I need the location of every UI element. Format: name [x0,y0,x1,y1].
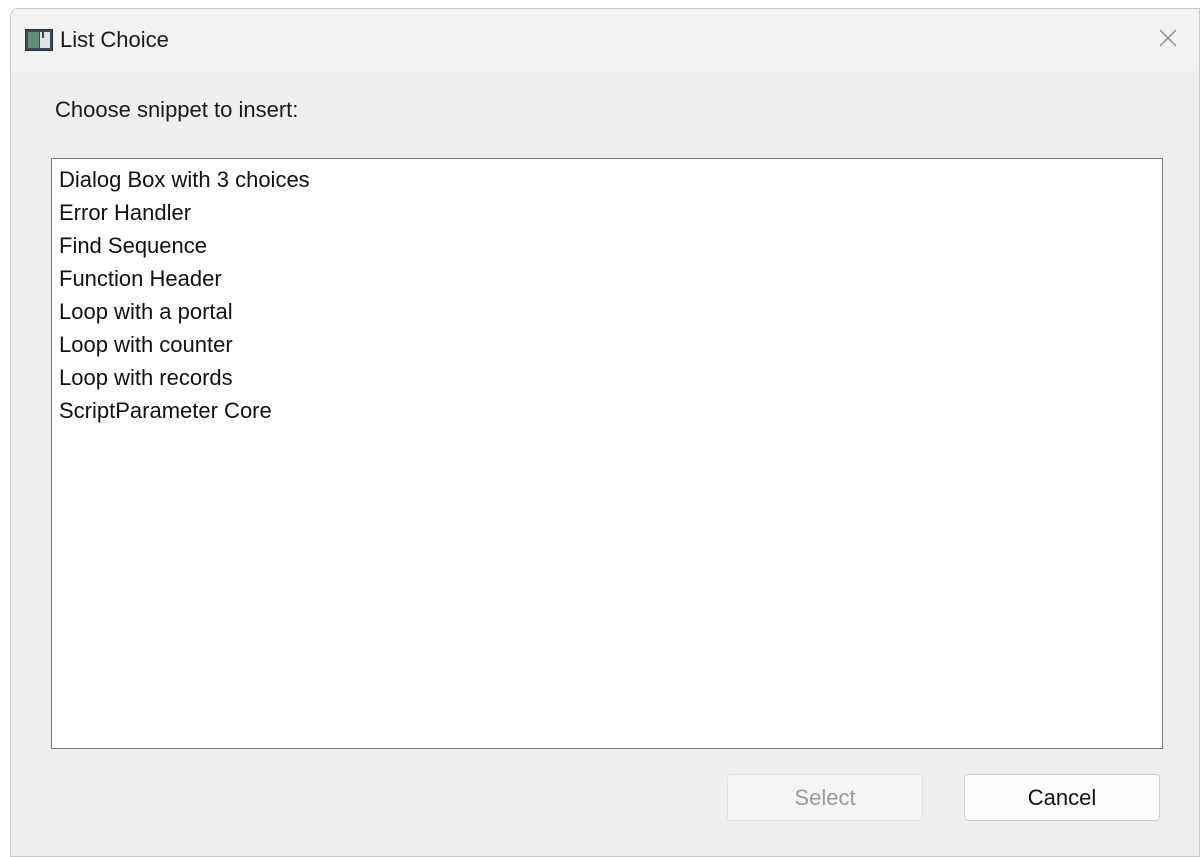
list-choice-dialog: List Choice Choose snippet to insert: Di… [10,8,1200,857]
close-icon [1158,28,1178,53]
list-item[interactable]: Function Header [52,262,1162,295]
prompt-label: Choose snippet to insert: [55,97,299,122]
filemaker-app-icon [25,29,53,51]
list-item[interactable]: Error Handler [52,196,1162,229]
list-item[interactable]: Find Sequence [52,229,1162,262]
list-item[interactable]: Loop with counter [52,328,1162,361]
list-item[interactable]: Loop with a portal [52,295,1162,328]
window-title: List Choice [60,27,169,52]
snippet-listbox[interactable]: Dialog Box with 3 choices Error Handler … [51,158,1163,749]
list-item[interactable]: Dialog Box with 3 choices [52,163,1162,196]
title-bar: List Choice [11,9,1199,71]
close-button[interactable] [1137,9,1199,71]
cancel-button[interactable]: Cancel [964,774,1160,821]
list-item[interactable]: ScriptParameter Core [52,394,1162,427]
list-item[interactable]: Loop with records [52,361,1162,394]
select-button[interactable]: Select [727,774,923,821]
